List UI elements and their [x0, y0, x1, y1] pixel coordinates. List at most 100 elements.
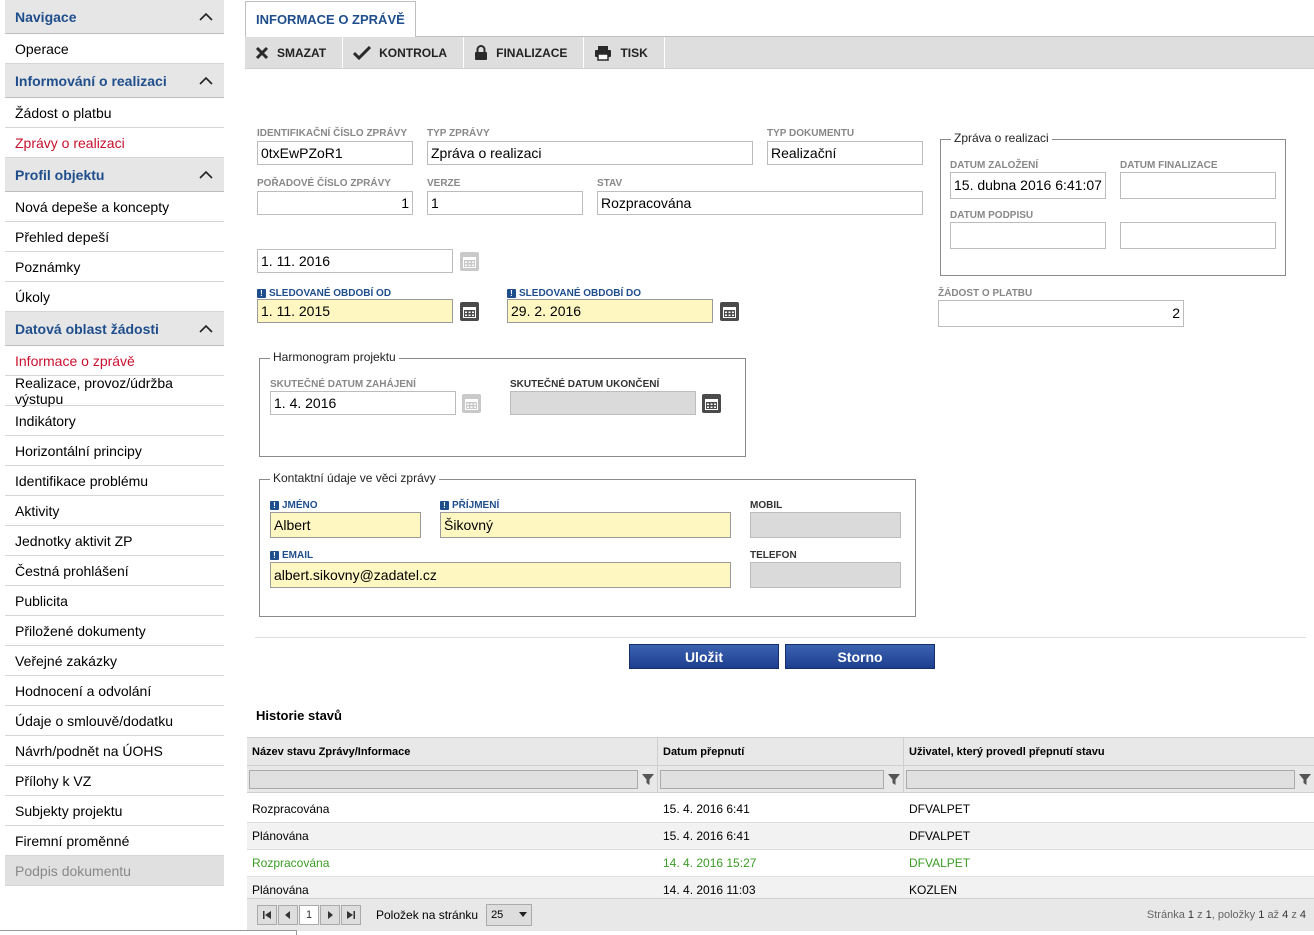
prijmeni-label: ! PŘÍJMENÍ	[440, 500, 499, 511]
delete-label: SMAZAT	[277, 45, 327, 60]
telefon-field[interactable]	[750, 562, 901, 588]
sidebar-item-horizontalni-principy[interactable]: Horizontální principy	[5, 436, 224, 466]
filter-input-datum[interactable]	[660, 769, 884, 789]
mobil-field[interactable]	[750, 512, 901, 538]
table-row[interactable]: Rozpracována 15. 4. 2016 6:41 DFVALPET	[247, 796, 1314, 823]
sidebar-item-navrh-uohs[interactable]: Návrh/podnět na ÚOHS	[5, 736, 224, 766]
podpisu-label: DATUM PODPISU	[950, 210, 1034, 221]
stav-field[interactable]: Rozpracována	[597, 191, 923, 215]
zahajeni-field[interactable]: 1. 4. 2016	[270, 391, 456, 415]
sidebar-item-zadost-o-platbu[interactable]: Žádost o platbu	[5, 98, 224, 128]
id-field[interactable]: 0txEwPZoR1	[257, 141, 413, 165]
sidebar-section-datova-oblast[interactable]: Datová oblast žádosti	[5, 312, 224, 346]
prev-page-button[interactable]	[278, 905, 298, 925]
sidebar-item-udaje-o-smlouve[interactable]: Údaje o smlouvě/dodatku	[5, 706, 224, 736]
per-page-select[interactable]: 25	[486, 904, 533, 926]
id-label: IDENTIFIKAČNÍ ČÍSLO ZPRÁVY	[257, 128, 408, 139]
sidebar-item-cestna-prohlaseni[interactable]: Čestná prohlášení	[5, 556, 224, 586]
sidebar-item-poznamky[interactable]: Poznámky	[5, 252, 224, 282]
sidebar-section-informovani[interactable]: Informování o realizaci	[5, 64, 224, 98]
filter-icon[interactable]	[1298, 772, 1312, 786]
ukonceni-field[interactable]	[510, 391, 696, 415]
typ-zpravy-field[interactable]: Zpráva o realizaci	[427, 141, 753, 165]
sidebar-item-nova-depese[interactable]: Nová depeše a koncepty	[5, 192, 224, 222]
column-header-stav[interactable]: Název stavu Zprávy/Informace	[247, 738, 658, 765]
telefon-label: TELEFON	[750, 550, 797, 561]
zahajeni-label: SKUTEČNÉ DATUM ZAHÁJENÍ	[270, 379, 416, 390]
required-icon: !	[270, 551, 279, 560]
cancel-button[interactable]: Storno	[785, 644, 935, 669]
calendar-icon[interactable]	[702, 394, 721, 413]
od-field[interactable]: 1. 11. 2015	[257, 299, 453, 323]
toolbar: SMAZAT KONTROLA FINALIZACE TISK	[245, 37, 1314, 69]
sidebar-section-profil[interactable]: Profil objektu	[5, 158, 224, 192]
sidebar-section-navigace[interactable]: Navigace	[5, 0, 224, 34]
sidebar-item-zpravy-o-realizaci[interactable]: Zprávy o realizaci	[5, 128, 224, 158]
last-page-button[interactable]	[341, 905, 361, 925]
verze-field[interactable]: 1	[427, 191, 583, 215]
typ-dokumentu-field[interactable]: Realizační	[767, 141, 923, 165]
current-page[interactable]: 1	[299, 905, 319, 925]
sidebar-item-aktivity[interactable]: Aktivity	[5, 496, 224, 526]
required-icon: !	[507, 289, 516, 298]
sidebar-item-ukoly[interactable]: Úkoly	[5, 282, 224, 312]
calendar-icon[interactable]	[462, 394, 481, 413]
filter-icon[interactable]	[887, 772, 901, 786]
tab-informace-o-zprave[interactable]: INFORMACE O ZPRÁVĚ	[245, 1, 416, 37]
sidebar-item-operace[interactable]: Operace	[5, 34, 224, 64]
next-page-button[interactable]	[320, 905, 340, 925]
zalozeni-field[interactable]: 15. dubna 2016 6:41:07	[950, 172, 1106, 199]
table-row[interactable]: Plánována 15. 4. 2016 6:41 DFVALPET	[247, 823, 1314, 850]
filter-input-stav[interactable]	[249, 769, 638, 789]
cell-datum: 15. 4. 2016 6:41	[663, 829, 750, 843]
prijmeni-field[interactable]: Šikovný	[440, 512, 731, 538]
sidebar-item-indikatory[interactable]: Indikátory	[5, 406, 224, 436]
finalizace-field[interactable]	[1120, 172, 1276, 199]
calendar-icon[interactable]	[720, 302, 739, 321]
calendar-icon[interactable]	[460, 302, 479, 321]
sidebar-item-identifikace-problemu[interactable]: Identifikace problému	[5, 466, 224, 496]
main-panel: INFORMACE O ZPRÁVĚ SMAZAT KONTROLA FINAL…	[245, 0, 1314, 934]
filter-input-uzivatel[interactable]	[906, 769, 1295, 789]
email-label: ! EMAIL	[270, 550, 313, 561]
do-field[interactable]: 29. 2. 2016	[507, 299, 713, 323]
first-page-button[interactable]	[257, 905, 277, 925]
tab-bar: INFORMACE O ZPRÁVĚ	[245, 0, 1314, 37]
sidebar-item-prilohy-vz[interactable]: Přílohy k VZ	[5, 766, 224, 796]
column-header-uzivatel[interactable]: Uživatel, který provedl přepnutí stavu	[904, 738, 1314, 765]
sidebar-item-hodnoceni[interactable]: Hodnocení a odvolání	[5, 676, 224, 706]
calendar-icon[interactable]	[460, 252, 479, 271]
sidebar-section-title: Informování o realizaci	[15, 72, 167, 89]
sidebar-item-realizace[interactable]: Realizace, provoz/údržba výstupu	[5, 375, 224, 407]
delete-button[interactable]: SMAZAT	[245, 37, 344, 68]
filter-icon[interactable]	[641, 772, 655, 786]
sidebar-item-prilozene-dokumenty[interactable]: Přiložené dokumenty	[5, 616, 224, 646]
table-row[interactable]: Rozpracována 14. 4. 2016 15:27 DFVALPET	[247, 850, 1314, 877]
save-button[interactable]: Uložit	[629, 644, 779, 669]
date-field[interactable]: 1. 11. 2016	[257, 249, 453, 273]
print-button[interactable]: TISK	[584, 37, 665, 68]
poradove-field[interactable]: 1	[257, 191, 413, 215]
sidebar-item-subjekty-projektu[interactable]: Subjekty projektu	[5, 796, 224, 826]
cell-stav: Plánována	[252, 829, 309, 843]
check-button[interactable]: KONTROLA	[343, 37, 465, 68]
sidebar-item-publicita[interactable]: Publicita	[5, 586, 224, 616]
podpisu-field[interactable]	[950, 222, 1106, 249]
sidebar-item-firemni-promenne[interactable]: Firemní proměnné	[5, 826, 224, 856]
finalize-label: FINALIZACE	[496, 45, 568, 60]
sidebar: Navigace Operace Informování o realizaci…	[5, 0, 224, 895]
podpisu-field-2[interactable]	[1120, 222, 1276, 249]
email-field[interactable]: albert.sikovny@zadatel.cz	[270, 562, 731, 588]
sidebar-item-informace-o-zprave[interactable]: Informace o zprávě	[5, 346, 224, 376]
zadost-field[interactable]: 2	[938, 300, 1184, 327]
cell-stav: Rozpracována	[252, 856, 330, 870]
sidebar-item-jednotky-aktivit[interactable]: Jednotky aktivit ZP	[5, 526, 224, 556]
jmeno-field[interactable]: Albert	[270, 512, 421, 538]
filter-row	[247, 766, 1314, 793]
finalizace-label: DATUM FINALIZACE	[1120, 160, 1218, 171]
column-header-datum[interactable]: Datum přepnutí	[658, 738, 904, 765]
sidebar-item-prehled-depesi[interactable]: Přehled depeší	[5, 222, 224, 252]
sidebar-item-verejne-zakazky[interactable]: Veřejné zakázky	[5, 646, 224, 676]
finalize-button[interactable]: FINALIZACE	[464, 37, 585, 68]
verze-label: VERZE	[427, 178, 461, 189]
